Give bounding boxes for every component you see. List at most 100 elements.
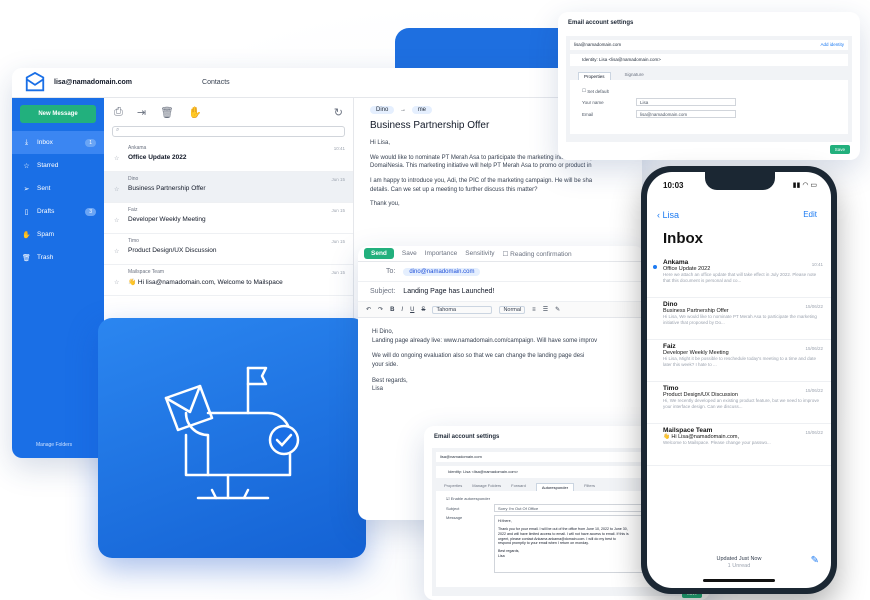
to-label: To: xyxy=(386,268,396,275)
sidebar-item-drafts[interactable]: ▯ Drafts 3 xyxy=(12,200,104,223)
spam-hand-icon[interactable]: ✋ xyxy=(188,106,202,119)
tab-properties[interactable]: Properties xyxy=(578,72,611,80)
set-default-checkbox[interactable]: ☐ Set default xyxy=(582,88,836,94)
list-item[interactable]: Mailspace Team 👋 Hi Lisa@namadomain.com,… xyxy=(647,427,831,466)
mailbox-illustration-icon xyxy=(164,366,300,500)
sensitivity-dropdown[interactable]: Sensitivity xyxy=(465,250,494,257)
from-chip[interactable]: Dino xyxy=(370,106,395,114)
body-line: Lisa xyxy=(372,386,384,393)
star-icon[interactable]: ☆ xyxy=(114,155,119,162)
message-preview: Here we attach an office update that wil… xyxy=(663,272,817,283)
align-icon[interactable]: ≡ xyxy=(532,307,536,313)
star-icon[interactable]: ☆ xyxy=(114,248,119,255)
settings-title: Email account settings xyxy=(568,20,634,26)
refresh-icon[interactable]: ↻ xyxy=(334,106,343,119)
tab-autoresponder[interactable]: Autoresponder xyxy=(535,483,575,491)
body-line: Best regards, xyxy=(372,377,408,384)
tab-forward[interactable]: Forward xyxy=(511,483,526,491)
to-chip[interactable]: me xyxy=(411,106,433,114)
account-email: lisa@namadomain.com xyxy=(440,454,482,459)
draft-icon: ▯ xyxy=(24,208,29,216)
spam-icon: ✋ xyxy=(22,231,31,239)
message-sender: Timo xyxy=(663,385,679,392)
message-date: 15/06/22 xyxy=(805,304,823,309)
importance-dropdown[interactable]: Importance xyxy=(425,250,458,257)
underline-icon[interactable]: U xyxy=(410,307,414,313)
list-toolbar: ⎙ ⇥ 🗑 ✋ ↻ xyxy=(104,98,353,126)
redo-icon[interactable]: ↷ xyxy=(378,306,383,313)
contacts-link[interactable]: Contacts xyxy=(202,79,230,86)
name-field[interactable]: Lisa xyxy=(636,98,736,106)
recipient-chip[interactable]: dino@namadomain.com xyxy=(403,267,481,276)
star-icon[interactable]: ☆ xyxy=(114,279,119,286)
to-field[interactable]: To: dino@namadomain.com xyxy=(358,262,644,282)
list-item[interactable]: Ankama Office Update 2022 Here we attach… xyxy=(647,259,831,298)
move-icon[interactable]: ⇥ xyxy=(137,106,146,119)
account-row[interactable]: lisa@namadomain.com Add identity xyxy=(570,40,848,50)
sidebar-item-trash[interactable]: 🗑 Trash xyxy=(12,246,104,269)
sidebar-item-label: Sent xyxy=(37,185,51,192)
email-row: Email lisa@namadomain.com xyxy=(582,110,836,118)
send-button[interactable]: Send xyxy=(364,248,394,259)
compose-body[interactable]: Hi Dino, Landing page already live: www.… xyxy=(372,328,630,394)
star-icon[interactable]: ☆ xyxy=(114,186,119,193)
sidebar-item-sent[interactable]: ➢ Sent xyxy=(12,177,104,200)
search-input[interactable]: ⌕ xyxy=(112,126,345,137)
list-item[interactable]: Ankama Office Update 2022 10:41 ☆ xyxy=(104,141,353,172)
email-field[interactable]: lisa@namadomain.com xyxy=(636,110,736,118)
phone-time: 10:03 xyxy=(663,181,684,190)
tab-properties[interactable]: Properties xyxy=(444,483,462,491)
body-line: Thank you, xyxy=(370,201,400,208)
manage-folders-link[interactable]: Manage Folders xyxy=(36,442,72,448)
body-line: DomaiNesia. This marketing initiative wi… xyxy=(370,163,592,170)
new-message-button[interactable]: New Message xyxy=(20,105,96,123)
font-select[interactable]: Tahoma xyxy=(432,305,493,314)
message-subject: Office Update 2022 xyxy=(128,154,187,161)
back-label: Lisa xyxy=(662,210,680,220)
tab-manage-folders[interactable]: Manage Folders xyxy=(472,483,501,491)
add-identity-link[interactable]: Add identity xyxy=(820,42,844,47)
tab-signature[interactable]: Signature xyxy=(625,72,644,80)
compose-icon[interactable]: ✎ xyxy=(811,555,819,566)
list-item[interactable]: Mailspace Team 👋 Hi lisa@namadomain.com,… xyxy=(104,265,353,296)
tab-filters[interactable]: Filters xyxy=(584,483,595,491)
undo-icon[interactable]: ↶ xyxy=(366,306,371,313)
format-toolbar: ↶ ↷ B I U S Tahoma Normal ≡ ☰ ✎ xyxy=(358,302,644,318)
star-icon[interactable]: ☆ xyxy=(114,217,119,224)
italic-icon[interactable]: I xyxy=(401,307,403,313)
sidebar-item-spam[interactable]: ✋ Spam xyxy=(12,223,104,246)
message-date: 10:41 xyxy=(333,146,345,151)
subject-field[interactable]: Subject: Landing Page has Launched! xyxy=(358,282,644,302)
body-line: details. Can we set up a meeting to furt… xyxy=(370,186,538,193)
list-item[interactable]: Dino Business Partnership Offer Jun 15 ☆ xyxy=(104,172,353,203)
delete-icon[interactable]: 🗑 xyxy=(160,106,174,119)
phone-inbox-title: Inbox xyxy=(663,230,703,247)
message-subject: Developer Weekly Meeting xyxy=(128,216,206,223)
checkbox-label: Enable autoresponder xyxy=(450,496,491,501)
edit-button[interactable]: Edit xyxy=(803,210,817,219)
message-preview: Hi Lisa, We would like to nominate PT Me… xyxy=(663,314,817,325)
strikethrough-icon[interactable]: S xyxy=(421,307,425,313)
message-sender: Mailspace Team xyxy=(128,269,165,275)
phone-screen: 10:03 ▮▮ ◠ ▭ ‹ Lisa Edit Inbox Ankama Of… xyxy=(647,172,831,588)
bold-icon[interactable]: B xyxy=(390,307,394,313)
back-button[interactable]: ‹ Lisa xyxy=(657,210,679,220)
list-item[interactable]: Timo Product Design/UX Discussion Jun 15… xyxy=(104,234,353,265)
size-select[interactable]: Normal xyxy=(499,305,526,314)
color-icon[interactable]: ✎ xyxy=(555,306,560,313)
list-item[interactable]: Dino Business Partnership Offer Hi Lisa,… xyxy=(647,301,831,340)
list-item[interactable]: Timo Product Design/UX Discussion Hi, We… xyxy=(647,385,831,424)
message-preview: Hi Lisa, Might it be possible to resched… xyxy=(663,356,816,367)
reading-confirmation-checkbox[interactable]: ☐ Reading confirmation xyxy=(503,250,572,258)
list-item[interactable]: Faiz Developer Weekly Meeting Jun 15 ☆ xyxy=(104,203,353,234)
list-icon[interactable]: ☰ xyxy=(543,306,548,313)
sidebar-item-inbox[interactable]: ⤓ Inbox 1 xyxy=(12,131,104,154)
identity-row[interactable]: Identity: Lisa <lisa@namadomain.com> xyxy=(570,54,848,66)
list-item[interactable]: Faiz Developer Weekly Meeting Hi Lisa, M… xyxy=(647,343,831,382)
message-preview: Welcome to Mailspace. Please change your… xyxy=(663,440,771,445)
save-button[interactable]: Save xyxy=(829,145,850,154)
message-sender: Dino xyxy=(128,176,139,182)
sidebar-item-starred[interactable]: ☆ Starred xyxy=(12,154,104,177)
archive-icon[interactable]: ⎙ xyxy=(114,106,123,119)
save-button[interactable]: Save xyxy=(402,250,417,257)
